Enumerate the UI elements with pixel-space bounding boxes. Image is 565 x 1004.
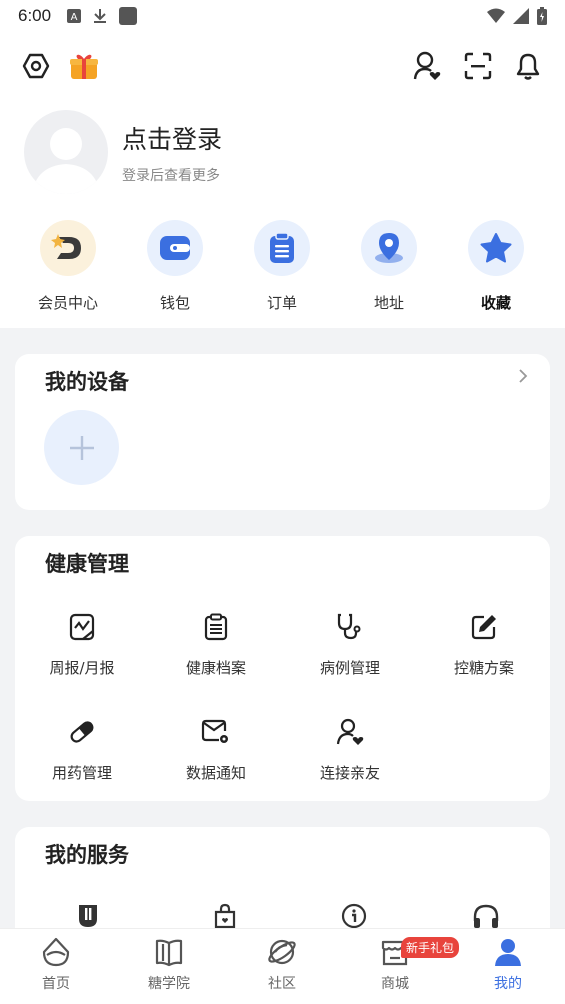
notification-button[interactable] [508,46,548,86]
tab-label: 首页 [42,976,70,992]
service-info-icon[interactable] [341,903,367,929]
health-label: 用药管理 [51,764,112,782]
health-label: 周报/月报 [49,659,115,677]
health-label: 病例管理 [319,659,380,677]
tab-academy[interactable]: 糖学院 [113,937,225,993]
svg-text:A: A [71,12,78,23]
quick-vip-center[interactable]: 会员中心 [14,220,122,313]
health-label: 连接亲友 [319,764,380,782]
location-icon [361,220,417,276]
quick-address[interactable]: 地址 [335,220,443,313]
download-icon [94,9,107,23]
health-label: 健康档案 [185,659,246,677]
health-item-medication[interactable]: 用药管理 [15,716,149,783]
health-item-report[interactable]: 周报/月报 [15,611,149,678]
gift-icon [70,54,98,79]
health-item-record[interactable]: 健康档案 [149,611,283,678]
planet-icon [268,939,296,965]
new-user-gift-badge: 新手礼包 [401,937,460,958]
star-icon [468,220,524,276]
service-headset-icon[interactable] [472,903,500,929]
tab-label: 我的 [494,976,522,992]
notification-a-icon: A [67,9,82,23]
quick-label: 地址 [373,294,404,312]
bell-icon [516,53,540,80]
add-device-button[interactable] [44,410,119,485]
health-label: 控糖方案 [453,659,514,677]
quick-label: 订单 [266,294,297,312]
tab-label: 糖学院 [148,976,190,992]
avatar[interactable] [24,110,108,194]
gift-button[interactable] [64,46,104,86]
login-title[interactable]: 点击登录 [122,120,222,156]
quick-wallet[interactable]: 钱包 [121,220,229,313]
tab-community[interactable]: 社区 [226,937,338,993]
book-icon [155,939,183,967]
login-subtitle: 登录后查看更多 [122,168,220,184]
top-section: 点击登录 登录后查看更多 会员中心 钱包 订单 地址 收藏 [0,32,565,328]
wifi-icon [487,8,505,23]
settings-hex-icon [22,53,50,79]
edit-plan-icon [468,611,500,643]
signal-icon [513,8,529,24]
devices-card: 我的设备 [15,354,550,510]
plus-icon [69,435,94,460]
tab-mall[interactable]: 商城 新手礼包 [339,937,460,993]
quick-label: 钱包 [159,294,190,312]
service-bag-icon[interactable] [213,903,237,929]
pill-icon [66,716,98,748]
stethoscope-icon [334,611,366,643]
services-title: 我的服务 [45,843,129,867]
profile-login[interactable]: 点击登录 登录后查看更多 [24,110,544,194]
quick-label: 收藏 [480,294,511,312]
home-icon [42,937,70,967]
order-icon [254,220,310,276]
report-icon [66,611,98,643]
settings-button[interactable] [16,46,56,86]
app-square-icon [119,7,138,25]
record-icon [200,611,232,643]
quick-label: 会员中心 [37,294,98,312]
user-heart-icon [334,716,366,748]
health-item-cases[interactable]: 病例管理 [283,611,417,678]
devices-title: 我的设备 [45,370,129,394]
quick-favorites[interactable]: 收藏 [442,220,550,313]
scan-icon [464,52,492,80]
health-title: 健康管理 [45,552,129,576]
health-item-sugar-plan[interactable]: 控糖方案 [417,611,551,678]
scan-button[interactable] [458,46,498,86]
tab-mine[interactable]: 我的 [452,937,564,993]
status-time: 6:00 [18,6,52,25]
quick-orders[interactable]: 订单 [228,220,336,313]
avatar-placeholder-icon [32,128,100,194]
user-follow-button[interactable] [407,46,447,86]
bottom-tab-bar: 首页 糖学院 社区 商城 新手礼包 我的 [0,928,565,1004]
health-item-data-notify[interactable]: 数据通知 [149,716,283,783]
user-icon [495,939,521,966]
top-toolbar [0,46,565,88]
tab-home[interactable]: 首页 [0,937,112,993]
mail-settings-icon [200,716,232,748]
service-device-icon[interactable] [76,903,100,929]
vip-icon [40,220,96,276]
chevron-right-icon[interactable] [518,368,528,384]
tab-label: 商城 [381,976,409,992]
health-item-connect-family[interactable]: 连接亲友 [283,716,417,783]
battery-icon [537,7,547,25]
tab-label: 社区 [268,976,296,992]
health-label: 数据通知 [185,764,246,782]
user-heart-icon [413,51,441,80]
wallet-icon [147,220,203,276]
quick-actions: 会员中心 钱包 订单 地址 收藏 [0,220,565,330]
status-bar: 6:00 A [0,0,565,32]
health-card: 健康管理 周报/月报 健康档案 病例管理 控糖方案 用药管理 数据通知 连接亲友 [15,536,550,801]
